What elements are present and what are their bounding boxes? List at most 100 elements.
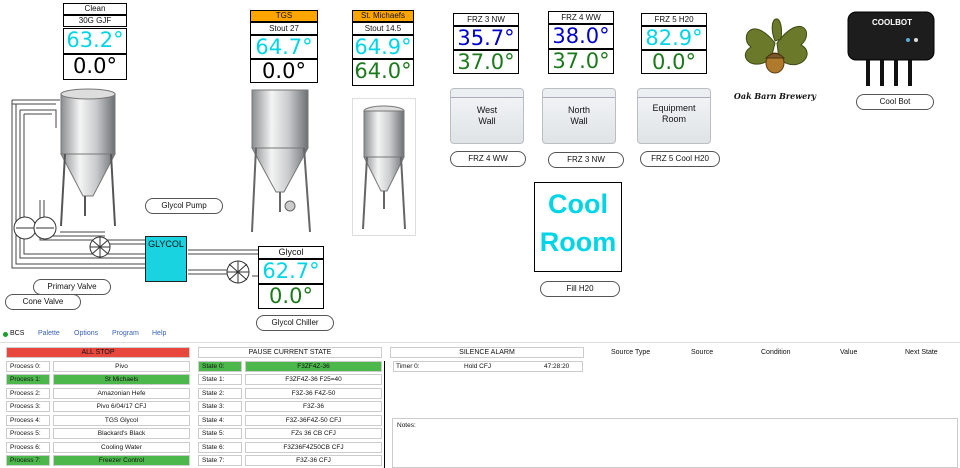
freezer-west-wall[interactable]: West Wall [450,88,524,144]
freezer-north-wall[interactable]: North Wall [542,88,616,144]
glycol-setpoint[interactable]: 0.0° [258,284,324,309]
freezer-west-wall-label: West Wall [476,105,498,126]
timer-row[interactable]: Timer 0: Hold CFJ 47:28:20 [393,361,583,372]
notes-area[interactable]: Notes: [392,418,958,468]
pause-current-state-button[interactable]: PAUSE CURRENT STATE [198,347,382,358]
fill-h20-button[interactable]: Fill H20 [540,281,620,297]
timer-time: 47:28:20 [544,363,570,370]
state-value: F3ZF4Z-36 [245,361,382,372]
frz5-temp: 82.9° [641,26,707,50]
state-value: FZs 36 CB CFJ [245,428,382,439]
fermenter-image-clean[interactable] [55,86,121,246]
freezer-equipment-room-label: Equipment Room [652,103,696,124]
clean-tank-temp: 63.2° [63,28,127,54]
notes-label: Notes: [397,422,416,429]
frz5-setpoint[interactable]: 0.0° [641,50,707,74]
next-state-header: Next State [905,349,938,356]
frz4-label: FRZ 4 WW [548,11,614,24]
frz5-label: FRZ 5 H20 [641,13,707,26]
state-list: State 0: F3ZF4Z-36 State 1: F3ZF4Z-36 F25=… [198,361,385,468]
state-row[interactable]: State 0: F3ZF4Z-36 [198,361,382,372]
tab-help[interactable]: Help [152,330,166,337]
tab-program[interactable]: Program [112,330,139,337]
process-row[interactable]: Process 5: Blackard's Black [6,428,190,439]
frz3-nw-button[interactable]: FRZ 3 NW [548,152,624,168]
clean-status-label: Clean [63,3,127,15]
process-value: St Michaels [53,374,190,385]
process-list: Process 0: Pivo Process 1: St Michaels Pro… [6,361,190,468]
process-label: Process 0: [6,361,50,372]
stmichaels-brand-label: St. Michaefs [352,10,414,22]
cone-valve-button[interactable]: Cone Valve [5,294,81,310]
silence-alarm-button[interactable]: SILENCE ALARM [390,347,584,358]
process-label: Process 7: [6,455,50,466]
state-row[interactable]: State 5: FZs 36 CB CFJ [198,428,382,439]
process-value: Pivo 6/04/17 CFJ [53,401,190,412]
freezer-north-wall-label: North Wall [567,105,590,126]
process-value: Cooling Water [53,442,190,453]
value-header: Value [840,349,858,356]
process-row[interactable]: Process 7: Freezer Control [6,455,190,466]
state-label: State 3: [198,401,242,412]
tab-palette[interactable]: Palette [38,330,60,337]
process-value: Blackard's Black [53,428,190,439]
process-value: Freezer Control [53,455,190,466]
frz3-temp: 35.7° [453,26,519,50]
fermenter-image-tgs[interactable] [248,88,314,234]
process-row[interactable]: Process 2: Amazonian Hefe [6,388,190,399]
cool-bot-button[interactable]: Cool Bot [856,94,934,110]
process-row[interactable]: Process 6: Cooling Water [6,442,190,453]
glycol-tank-label: GLYCOL [148,239,184,249]
state-row[interactable]: State 4: F3Z-36F4Z-50 CFJ [198,415,382,426]
coolbot-brand: COOLBOT [872,18,912,27]
process-row[interactable]: Process 3: Pivo 6/04/17 CFJ [6,401,190,412]
condition-header: Condition [761,349,791,356]
active-dot-icon [3,332,8,337]
frz5-cool-h20-button[interactable]: FRZ 5 Cool H20 [640,151,720,167]
cool-room-line2: Room [539,227,617,257]
state-value: F3Z-36 [245,401,382,412]
source-type-header: Source Type [611,349,651,356]
brewery-name: Oak Barn Brewery [733,91,817,101]
process-row[interactable]: Process 0: Pivo [6,361,190,372]
frz3-label: FRZ 3 NW [453,13,519,26]
process-row[interactable]: Process 4: TGS Glycol [6,415,190,426]
glycol-tank[interactable]: GLYCOL [145,236,187,282]
process-row[interactable]: Process 1: St Michaels [6,374,190,385]
process-value: Amazonian Hefe [53,388,190,399]
frz3-setpoint[interactable]: 37.0° [453,50,519,74]
state-label: State 4: [198,415,242,426]
freezer-equipment-room[interactable]: Equipment Room [637,88,711,144]
process-label: Process 5: [6,428,50,439]
state-row[interactable]: State 2: F3Z-36 F4Z-50 [198,388,382,399]
tgs-brand-label: TGS [250,10,318,22]
state-row[interactable]: State 6: F3Z36F4Z50CB CFJ [198,442,382,453]
process-label: Process 2: [6,388,50,399]
cool-room-box[interactable]: Cool Room [534,182,622,272]
clean-tank-setpoint[interactable]: 0.0° [63,54,127,80]
state-value: F3Z-36 CFJ [245,455,382,466]
glycol-label: Glycol [258,246,324,259]
all-stop-button[interactable]: ALL STOP [6,347,190,358]
fermenter-image-stmichaels[interactable] [352,98,416,236]
state-row[interactable]: State 7: F3Z-36 CFJ [198,455,382,466]
state-row[interactable]: State 3: F3Z-36 [198,401,382,412]
frz4-ww-button[interactable]: FRZ 4 WW [450,151,526,167]
tgs-tank-setpoint[interactable]: 0.0° [250,59,318,83]
state-value: F3ZF4Z-36 F25=40 [245,374,382,385]
state-label: State 1: [198,374,242,385]
primary-valve-button[interactable]: Primary Valve [33,279,111,295]
process-value: TGS Glycol [53,415,190,426]
state-row[interactable]: State 1: F3ZF4Z-36 F25=40 [198,374,382,385]
process-label: Process 1: [6,374,50,385]
state-value: F3Z-36F4Z-50 CFJ [245,415,382,426]
stmichaels-tank-setpoint[interactable]: 64.0° [352,59,414,86]
state-label: State 5: [198,428,242,439]
frz4-setpoint[interactable]: 37.0° [548,49,614,74]
tab-bcs[interactable]: BCS [10,330,24,337]
coolbot-device-image[interactable]: COOLBOT [846,10,936,90]
source-header: Source [691,349,714,356]
tab-options[interactable]: Options [74,330,98,337]
cool-room-line1: Cool [548,189,608,219]
glycol-pump-button[interactable]: Glycol Pump [145,198,223,214]
